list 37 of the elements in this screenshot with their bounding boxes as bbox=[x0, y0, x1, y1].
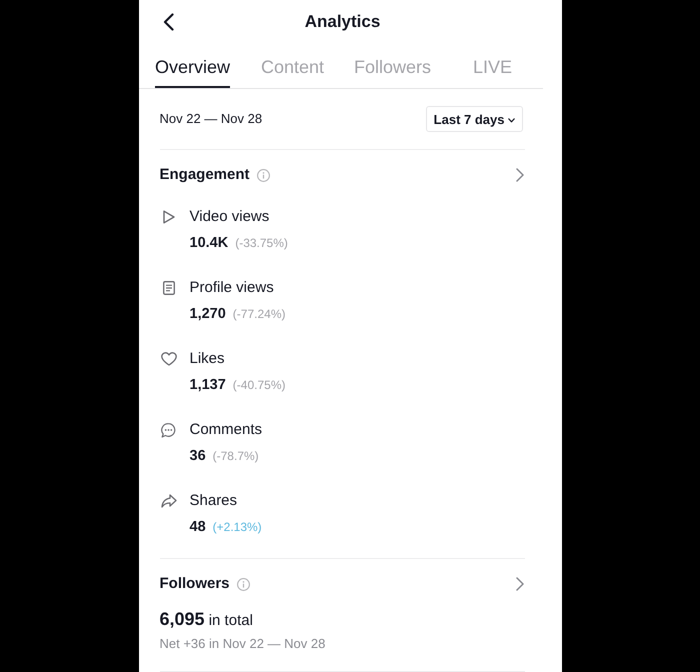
net-change: Net +36 in Nov 22 — Nov 28 bbox=[160, 635, 326, 653]
info-icon[interactable] bbox=[236, 578, 250, 590]
metric-label: Profile views bbox=[190, 278, 274, 298]
date-range-dropdown[interactable]: Last 7 days bbox=[426, 106, 522, 132]
info-icon[interactable] bbox=[256, 168, 270, 182]
chevron-right-icon[interactable] bbox=[516, 168, 524, 182]
metric-value: 1,137 bbox=[190, 376, 226, 395]
metric-value: 36 bbox=[190, 447, 206, 466]
caret-icon bbox=[508, 118, 514, 122]
metric-change: (-78.7%) bbox=[212, 448, 259, 464]
metric-label: Shares bbox=[190, 491, 238, 511]
document-icon bbox=[162, 281, 174, 295]
back-icon[interactable] bbox=[162, 13, 174, 31]
section-title: Followers bbox=[160, 574, 230, 594]
metric-change: (+2.13%) bbox=[212, 519, 262, 535]
metric-change: (-77.24%) bbox=[232, 306, 286, 322]
metric-value: 10.4K bbox=[190, 234, 228, 253]
date-range-label: Nov 22 — Nov 28 bbox=[160, 110, 262, 128]
screen-title: Analytics bbox=[304, 11, 380, 33]
comment-icon bbox=[161, 422, 176, 438]
metric-label: Comments bbox=[190, 420, 262, 440]
metric-change: (-40.75%) bbox=[232, 377, 286, 393]
share-icon bbox=[160, 494, 176, 508]
tab[interactable]: Overview bbox=[154, 56, 230, 88]
follower-total: 6,095 in total bbox=[160, 609, 253, 631]
chevron-right-icon[interactable] bbox=[516, 577, 524, 591]
metric-label: Likes bbox=[190, 349, 225, 369]
metric-change: (-33.75%) bbox=[235, 235, 288, 251]
tab[interactable]: Followers bbox=[354, 56, 432, 88]
metric-value: 1,270 bbox=[190, 305, 226, 324]
tab[interactable]: Content bbox=[260, 56, 324, 88]
tab[interactable]: LIVE bbox=[472, 56, 512, 88]
metric-label: Video views bbox=[190, 207, 270, 227]
section-title: Engagement bbox=[160, 165, 250, 185]
metric-value: 48 bbox=[190, 518, 206, 537]
play-icon bbox=[162, 210, 174, 224]
heart-icon bbox=[160, 352, 176, 366]
